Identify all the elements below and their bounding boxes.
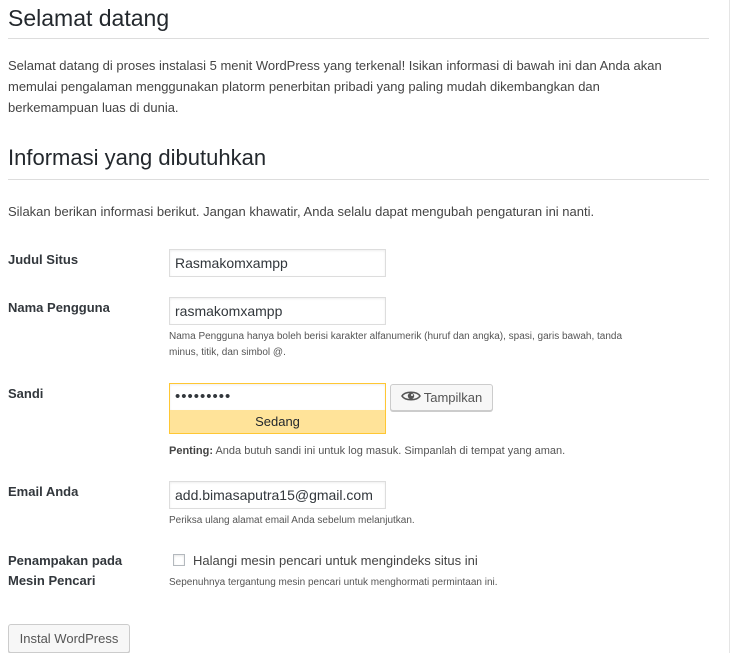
welcome-intro: Selamat datang di proses instalasi 5 men… (8, 55, 713, 118)
info-subtitle: Silakan berikan informasi berikut. Janga… (8, 204, 595, 219)
visibility-label-line: Mesin Pencari (8, 573, 96, 588)
password-important-note: Penting: Anda butuh sandi ini untuk log … (169, 443, 565, 459)
password-strength-meter: Sedang (169, 410, 386, 434)
help-line: Nama Pengguna hanya boleh berisi karakte… (169, 331, 623, 342)
visibility-label: Penampakan pada Mesin Pencari (8, 551, 122, 591)
password-label: Sandi (8, 386, 44, 401)
username-input[interactable]: rasmakomxampp (169, 297, 386, 325)
install-wordpress-button[interactable]: Instal WordPress (8, 624, 130, 653)
discourage-search-checkbox[interactable] (173, 554, 185, 566)
intro-line: memulai pengalaman menggunakan platorm p… (8, 79, 600, 94)
show-password-label: Tampilkan (423, 390, 483, 405)
visibility-label-line: Penampakan pada (8, 553, 123, 568)
username-help: Nama Pengguna hanya boleh berisi karakte… (169, 329, 622, 361)
eye-icon (400, 385, 421, 410)
visibility-help: Sepenuhnya tergantung mesin pencari untu… (169, 577, 498, 588)
divider (8, 179, 709, 180)
discourage-search-label[interactable]: Halangi mesin pencari untuk mengindeks s… (193, 552, 478, 570)
install-page: Selamat datang Selamat datang di proses … (0, 0, 730, 653)
divider (8, 38, 709, 39)
intro-line: Selamat datang di proses instalasi 5 men… (8, 58, 662, 73)
show-password-button[interactable]: Tampilkan (390, 384, 493, 411)
intro-line: berkemampuan luas di dunia. (8, 100, 179, 115)
username-label: Nama Pengguna (8, 300, 110, 315)
site-title-input[interactable]: Rasmakomxampp (169, 249, 386, 277)
help-line: minus, titik, dan simbol @. (169, 347, 286, 358)
info-title: Informasi yang dibutuhkan (8, 145, 267, 170)
welcome-title: Selamat datang (8, 5, 170, 31)
email-input[interactable]: add.bimasaputra15@gmail.com (169, 481, 386, 509)
email-label: Email Anda (8, 484, 79, 499)
site-title-label: Judul Situs (8, 252, 79, 267)
important-prefix: Penting: (169, 445, 213, 457)
email-help: Periksa ulang alamat email Anda sebelum … (169, 515, 415, 526)
password-input[interactable]: ••••••••• (169, 383, 386, 411)
important-text: Anda butuh sandi ini untuk log masuk. Si… (213, 445, 566, 457)
